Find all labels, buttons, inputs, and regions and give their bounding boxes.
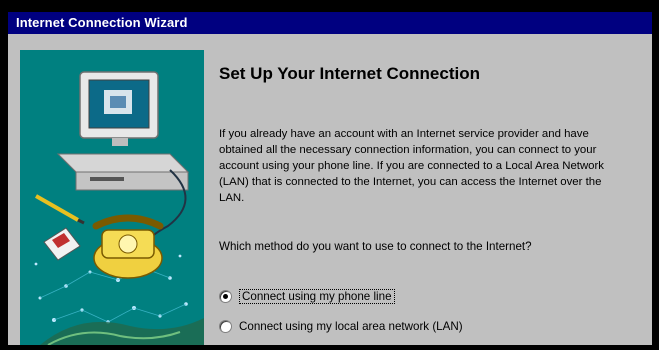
title-bar[interactable]: Internet Connection Wizard bbox=[8, 12, 652, 34]
radio-selected-icon[interactable] bbox=[219, 289, 232, 303]
phone-line-label[interactable]: Connect using my phone line bbox=[239, 288, 395, 304]
page-heading: Set Up Your Internet Connection bbox=[219, 64, 480, 83]
radio-unselected-icon[interactable] bbox=[219, 319, 232, 333]
lan-radio-option[interactable]: Connect using my local area network (LAN… bbox=[219, 316, 463, 336]
connection-method-question: Which method do you want to use to conne… bbox=[219, 240, 532, 253]
wizard-window: Internet Connection Wizard Set Up Your I… bbox=[8, 12, 652, 345]
phone-line-radio-option[interactable]: Connect using my phone line bbox=[219, 286, 395, 306]
wizard-side-panel bbox=[20, 50, 204, 345]
intro-paragraph: If you already have an account with an I… bbox=[219, 128, 604, 204]
computer-telephone-illustration bbox=[34, 71, 204, 345]
window-title: Internet Connection Wizard bbox=[16, 15, 188, 30]
lan-label[interactable]: Connect using my local area network (LAN… bbox=[239, 320, 463, 333]
